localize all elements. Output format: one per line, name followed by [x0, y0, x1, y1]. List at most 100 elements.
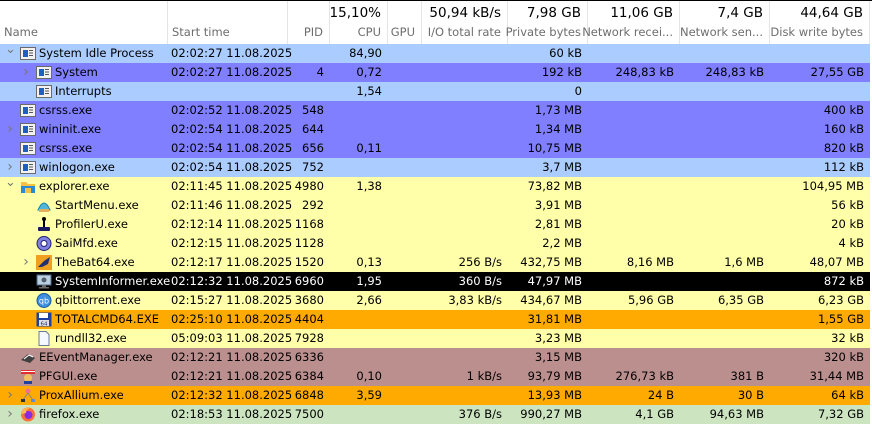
process-row[interactable]: ProfilerU.exe 02:12:14 11.08.2025 1168 2,81…: [0, 215, 870, 234]
process-row[interactable]: PFGUI.exe 02:12:21 11.08.2025 6384 0,10 1 kB…: [0, 367, 870, 386]
column-header-dwrite[interactable]: 44,64 GB Disk write bytes: [770, 1, 870, 45]
qbittorrent-icon: qb: [36, 293, 52, 308]
cell-start: 02:11:45 11.08.2025: [171, 179, 293, 193]
cell-priv: 3,91 MB: [534, 198, 582, 212]
cell-pid: 3680: [294, 293, 324, 307]
cell-cpu: 0,72: [356, 65, 382, 79]
cell-priv: 47,97 MB: [527, 274, 582, 288]
column-label-pid: PID: [303, 25, 323, 39]
process-row[interactable]: › TheBat64.exe 02:12:17 11.08.2025 1520 0,13…: [0, 253, 870, 272]
cell-dwrite: 320 kB: [823, 350, 864, 364]
cell-nsent: [680, 348, 770, 367]
cell-dwrite: 27,55 GB: [810, 65, 864, 79]
process-name: ProfilerU.exe: [55, 217, 128, 231]
cell-priv: 13,93 MB: [527, 388, 582, 402]
cell-pid: [288, 44, 330, 63]
cell-nsent: [680, 158, 770, 177]
column-header-name[interactable]: Name: [0, 1, 168, 45]
chevron-right-icon[interactable]: ›: [21, 253, 31, 272]
cell-pid: 1128: [294, 236, 324, 250]
cell-start: 02:12:15 11.08.2025: [171, 236, 293, 250]
process-row[interactable]: csrss.exe 02:02:52 11.08.2025 548 1,73 MB 40…: [0, 101, 870, 120]
chevron-down-icon[interactable]: ⌄: [5, 43, 16, 63]
cell-gpu: [388, 348, 422, 367]
cell-io: [422, 177, 508, 196]
chevron-right-icon[interactable]: ›: [5, 120, 15, 139]
cell-start: [171, 82, 288, 101]
column-header-pid[interactable]: PID: [288, 1, 330, 45]
process-name: PFGUI.exe: [39, 369, 98, 383]
process-row[interactable]: rundll32.exe 05:09:03 11.08.2025 7928 3,23 …: [0, 329, 870, 348]
column-total-io: 50,94 kB/s: [429, 5, 501, 21]
process-row[interactable]: › winlogon.exe 02:02:54 11.08.2025 752 3,7 M…: [0, 158, 870, 177]
window-icon: [20, 141, 36, 156]
column-header-gpu[interactable]: GPU: [388, 1, 422, 45]
process-row[interactable]: › wininit.exe 02:02:54 11.08.2025 644 1,34 M…: [0, 120, 870, 139]
cell-nsent: [680, 82, 770, 101]
process-row[interactable]: SystemInformer.exe 02:12:32 11.08.2025 696…: [0, 272, 870, 291]
cell-nsent: 1,6 MB: [724, 255, 764, 269]
cell-io: [422, 82, 508, 101]
column-total-cpu: 15,10%: [329, 5, 381, 21]
column-header-io[interactable]: 50,94 kB/s I/O total rate: [422, 1, 508, 45]
process-row[interactable]: ⌄ explorer.exe 02:11:45 11.08.2025 4980 1,38…: [0, 176, 870, 196]
process-name: csrss.exe: [39, 103, 93, 117]
cell-cpu: 1,54: [356, 84, 382, 98]
cell-priv: 1,34 MB: [534, 122, 582, 136]
cell-start: 02:12:17 11.08.2025: [171, 255, 293, 269]
cell-dwrite: 48,07 MB: [809, 255, 864, 269]
cell-gpu: [388, 139, 422, 158]
cell-start: 02:12:21 11.08.2025: [171, 350, 293, 364]
column-header-start[interactable]: Start time: [168, 1, 288, 45]
cell-nsent: [680, 177, 770, 196]
cell-dwrite: 820 kB: [823, 141, 864, 155]
process-row[interactable]: ⌄ System Idle Process 02:02:27 11.08.2025 8…: [0, 43, 870, 63]
cell-cpu: [330, 158, 388, 177]
column-header-priv[interactable]: 7,98 GB Private bytes: [506, 1, 588, 45]
process-row[interactable]: StartMenu.exe 02:11:46 11.08.2025 292 3,91 …: [0, 196, 870, 215]
process-name: SaiMfd.exe: [55, 236, 118, 250]
cell-start: 05:09:03 11.08.2025: [171, 331, 293, 345]
cell-cpu: 2,66: [356, 293, 382, 307]
window-icon: [20, 46, 36, 61]
cell-nrecv: [588, 196, 680, 215]
cell-io: [422, 310, 508, 329]
process-row[interactable]: › ProxAllium.exe 02:12:32 11.08.2025 6848 3,…: [0, 386, 870, 405]
process-name: SystemInformer.exe: [55, 274, 171, 288]
cell-pid: 4404: [294, 312, 324, 326]
column-total-priv: 7,98 GB: [526, 5, 581, 21]
cell-nrecv: [588, 310, 680, 329]
column-header-cpu[interactable]: 15,10% CPU: [330, 1, 388, 45]
cell-cpu: [330, 215, 388, 234]
cell-pid: 6848: [294, 388, 324, 402]
process-row[interactable]: › System 02:02:27 11.08.2025 4 0,72 192 kB 248…: [0, 63, 870, 82]
chevron-right-icon[interactable]: ›: [21, 63, 31, 82]
cell-cpu: 0,11: [356, 141, 382, 155]
process-row[interactable]: SaiMfd.exe 02:12:15 11.08.2025 1128 2,2 MB 4…: [0, 234, 870, 253]
column-header-nsent[interactable]: 7,4 GB Network sen...: [680, 1, 770, 45]
cell-cpu: [330, 329, 388, 348]
column-header-nrecv[interactable]: 11,06 GB Network recei...: [582, 1, 680, 45]
window-icon: [36, 65, 52, 80]
cell-gpu: [388, 82, 422, 101]
cell-priv: 3,15 MB: [534, 350, 582, 364]
cell-cpu: [330, 405, 388, 424]
cell-priv: 10,75 MB: [527, 141, 582, 155]
cell-priv: 0: [574, 84, 582, 98]
process-row[interactable]: qb qbittorrent.exe 02:15:27 11.08.2025 3680…: [0, 291, 870, 310]
process-row[interactable]: EEventManager.exe 02:12:21 11.08.2025 6336…: [0, 348, 870, 367]
process-row[interactable]: 64 TOTALCMD64.EXE 02:25:10 11.08.2025 4404 3…: [0, 310, 870, 329]
chevron-right-icon[interactable]: ›: [5, 405, 15, 424]
cell-dwrite: 4 kB: [838, 236, 864, 250]
chevron-right-icon[interactable]: ›: [5, 386, 15, 405]
process-name: Interrupts: [55, 84, 112, 98]
cell-nsent: [680, 101, 770, 120]
process-row[interactable]: csrss.exe 02:02:54 11.08.2025 656 0,11 10,75…: [0, 139, 870, 158]
column-label-cpu: CPU: [357, 25, 381, 39]
process-row[interactable]: › firefox.exe 02:18:53 11.08.2025 7500 376 B…: [0, 405, 870, 424]
chevron-down-icon[interactable]: ⌄: [5, 176, 16, 196]
cell-nrecv: [588, 234, 680, 253]
process-row[interactable]: Interrupts 1,54 0: [0, 82, 870, 101]
cell-dwrite: 6,23 GB: [817, 293, 864, 307]
cell-start: 02:25:10 11.08.2025: [171, 312, 293, 326]
